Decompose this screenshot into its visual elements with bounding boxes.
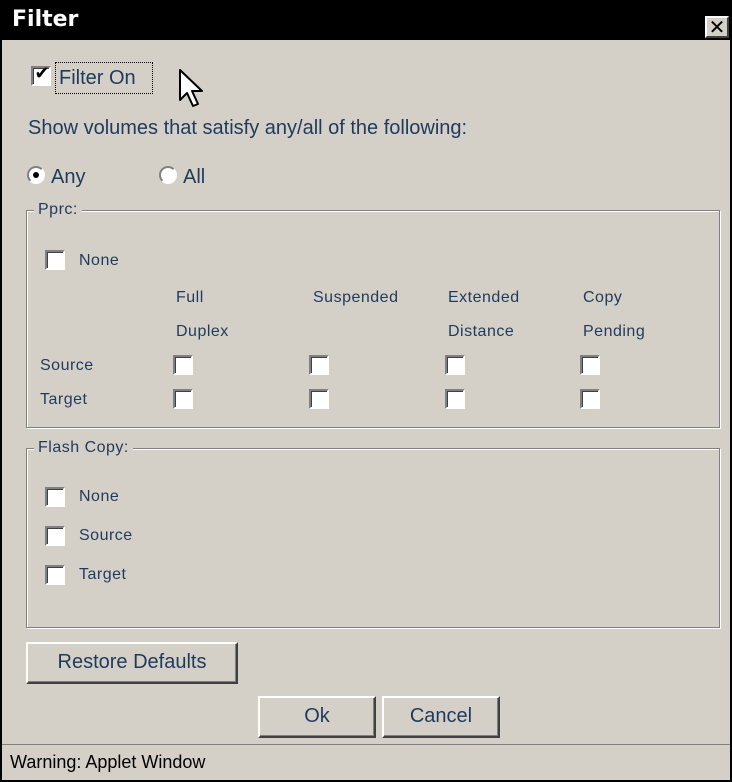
col-header-full-duplex-2: Duplex (176, 323, 229, 340)
close-button[interactable]: ✕ (705, 15, 729, 39)
ok-button[interactable]: Ok (258, 696, 376, 738)
status-bar: Warning: Applet Window (2, 744, 730, 780)
any-radio[interactable] (27, 166, 45, 184)
flash-none-checkbox[interactable] (45, 487, 65, 507)
restore-defaults-button[interactable]: Restore Defaults (26, 642, 238, 684)
col-header-copy-2: Pending (583, 323, 646, 340)
pprc-target-extended-distance-checkbox[interactable] (445, 389, 465, 409)
filter-dialog: Filter ✕ ✔ Filter On Show volumes that s… (0, 0, 732, 782)
col-header-extended-1: Extended (448, 289, 520, 306)
pprc-target-suspended-checkbox[interactable] (309, 389, 329, 409)
pprc-source-copy-pending-checkbox[interactable] (580, 355, 600, 375)
arrow-cursor-icon (179, 69, 203, 107)
applet-warning-text: Warning: Applet Window (10, 752, 206, 772)
pprc-none-label[interactable]: None (79, 251, 119, 271)
flash-copy-legend: Flash Copy: (34, 438, 133, 458)
pprc-target-full-duplex-checkbox[interactable] (173, 389, 193, 409)
close-icon: ✕ (708, 15, 726, 39)
row-label-target: Target (40, 391, 88, 408)
check-mark-icon: ✔ (34, 63, 50, 84)
row-label-source: Source (40, 357, 94, 374)
pprc-legend: Pprc: (34, 200, 82, 220)
flash-target-checkbox[interactable] (45, 565, 65, 585)
any-label[interactable]: Any (51, 165, 85, 189)
pprc-source-full-duplex-checkbox[interactable] (173, 355, 193, 375)
instruction-text: Show volumes that satisfy any/all of the… (28, 117, 468, 139)
flash-none-label[interactable]: None (79, 487, 119, 507)
radio-selected-dot (33, 172, 39, 178)
pprc-source-suspended-checkbox[interactable] (309, 355, 329, 375)
filter-on-checkbox[interactable]: ✔ (31, 63, 51, 86)
filter-on-label[interactable]: Filter On (59, 66, 136, 90)
pprc-none-checkbox[interactable] (45, 250, 65, 270)
title-bar[interactable]: Filter ✕ (2, 0, 732, 40)
window-title: Filter (12, 7, 79, 32)
col-header-extended-2: Distance (448, 323, 515, 340)
col-header-full-duplex-1: Full (176, 289, 204, 306)
col-header-copy-1: Copy (583, 289, 623, 306)
flash-target-label[interactable]: Target (79, 565, 126, 585)
pprc-target-copy-pending-checkbox[interactable] (580, 389, 600, 409)
col-header-suspended: Suspended (313, 289, 399, 306)
all-label[interactable]: All (183, 165, 205, 189)
all-radio[interactable] (159, 166, 177, 184)
pprc-source-extended-distance-checkbox[interactable] (445, 355, 465, 375)
flash-source-label[interactable]: Source (79, 526, 133, 546)
cancel-button[interactable]: Cancel (382, 696, 500, 738)
pprc-group (26, 210, 720, 428)
flash-source-checkbox[interactable] (45, 526, 65, 546)
